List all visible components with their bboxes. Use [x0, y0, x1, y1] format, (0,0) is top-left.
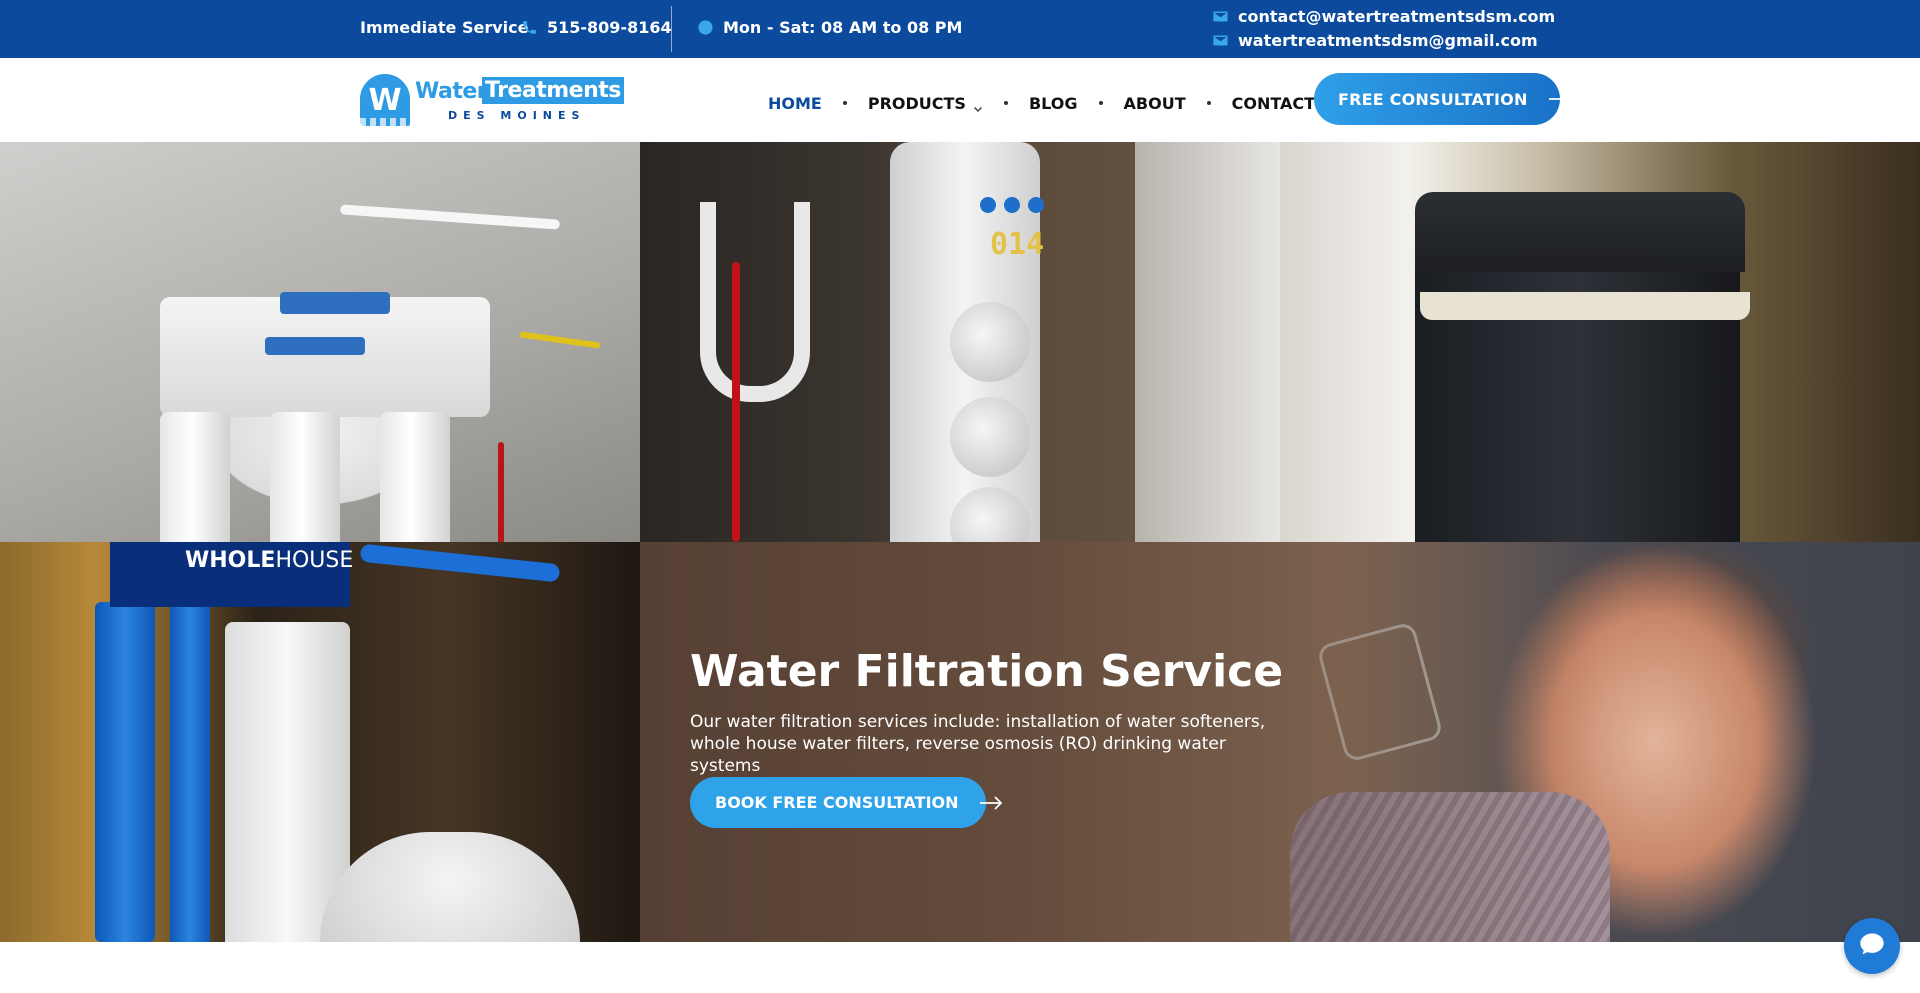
nav-about[interactable]: ABOUT	[1124, 94, 1186, 113]
email-primary-text: contact@watertreatmentsdsm.com	[1238, 7, 1556, 26]
whole-house-filter-photo: WHOLEHOUSE	[0, 542, 640, 942]
logo-word-treatments: Treatments	[482, 77, 624, 104]
hero-title: Water Filtration Service	[690, 646, 1284, 697]
email-secondary-text: watertreatmentsdsm@gmail.com	[1238, 31, 1538, 50]
nav-products[interactable]: PRODUCTS	[868, 94, 983, 113]
ro-system-photo	[0, 142, 640, 542]
water-softener-photo	[1280, 142, 1920, 542]
envelope-icon	[1211, 8, 1229, 26]
nav-products-label: PRODUCTS	[867, 93, 966, 113]
nav-separator	[1003, 101, 1008, 105]
phone-link[interactable]: 515-809-8164	[520, 18, 672, 37]
main-nav: HOME PRODUCTS BLOG ABOUT CONTACT	[768, 92, 1315, 114]
email-primary-link[interactable]: contact@watertreatmentsdsm.com	[1211, 7, 1555, 26]
site-logo[interactable]: W Water Treatments DES MOINES	[360, 74, 624, 128]
immediate-service-label: Immediate Service	[360, 18, 529, 37]
phone-number: 515-809-8164	[547, 18, 672, 37]
nav-blog[interactable]: BLOG	[1029, 94, 1078, 113]
chevron-down-icon	[973, 99, 983, 113]
hours-text: Mon - Sat: 08 AM to 08 PM	[723, 18, 963, 37]
free-consultation-button[interactable]: FREE CONSULTATION	[1314, 73, 1571, 125]
logo-badge: W	[360, 74, 410, 126]
email-secondary-link[interactable]: watertreatmentsdsm@gmail.com	[1211, 31, 1538, 50]
logo-word-water: Water	[415, 79, 488, 104]
logo-subtitle: DES MOINES	[448, 109, 586, 122]
undercounter-ro-photo: 014	[640, 142, 1280, 542]
chat-bubble-icon	[1858, 930, 1886, 962]
top-info-bar: Immediate Service 515-809-8164 Mon - Sat…	[0, 0, 1920, 58]
wholehouse-label: WHOLEHOUSE	[185, 548, 354, 573]
tds-display: 014	[990, 227, 1045, 262]
phone-icon	[520, 19, 538, 37]
nav-contact[interactable]: CONTACT	[1232, 94, 1315, 113]
nav-separator	[1206, 101, 1211, 105]
nav-separator	[842, 101, 847, 105]
book-consultation-button[interactable]: BOOK FREE CONSULTATION	[690, 777, 1002, 828]
envelope-icon	[1211, 32, 1229, 50]
business-hours: Mon - Sat: 08 AM to 08 PM	[696, 18, 962, 37]
hero-description: Our water filtration services include: i…	[690, 712, 1266, 776]
free-consultation-label: FREE CONSULTATION	[1338, 89, 1528, 109]
arrow-right-icon	[979, 795, 1003, 810]
topbar-divider	[671, 6, 672, 52]
book-consultation-label: BOOK FREE CONSULTATION	[715, 793, 959, 812]
nav-home[interactable]: HOME	[768, 94, 822, 113]
clock-icon	[696, 19, 714, 37]
arrow-right-icon	[1548, 92, 1572, 106]
nav-separator	[1098, 101, 1103, 105]
chat-widget-button[interactable]	[1844, 918, 1900, 974]
site-header: W Water Treatments DES MOINES HOME PRODU…	[0, 58, 1920, 142]
